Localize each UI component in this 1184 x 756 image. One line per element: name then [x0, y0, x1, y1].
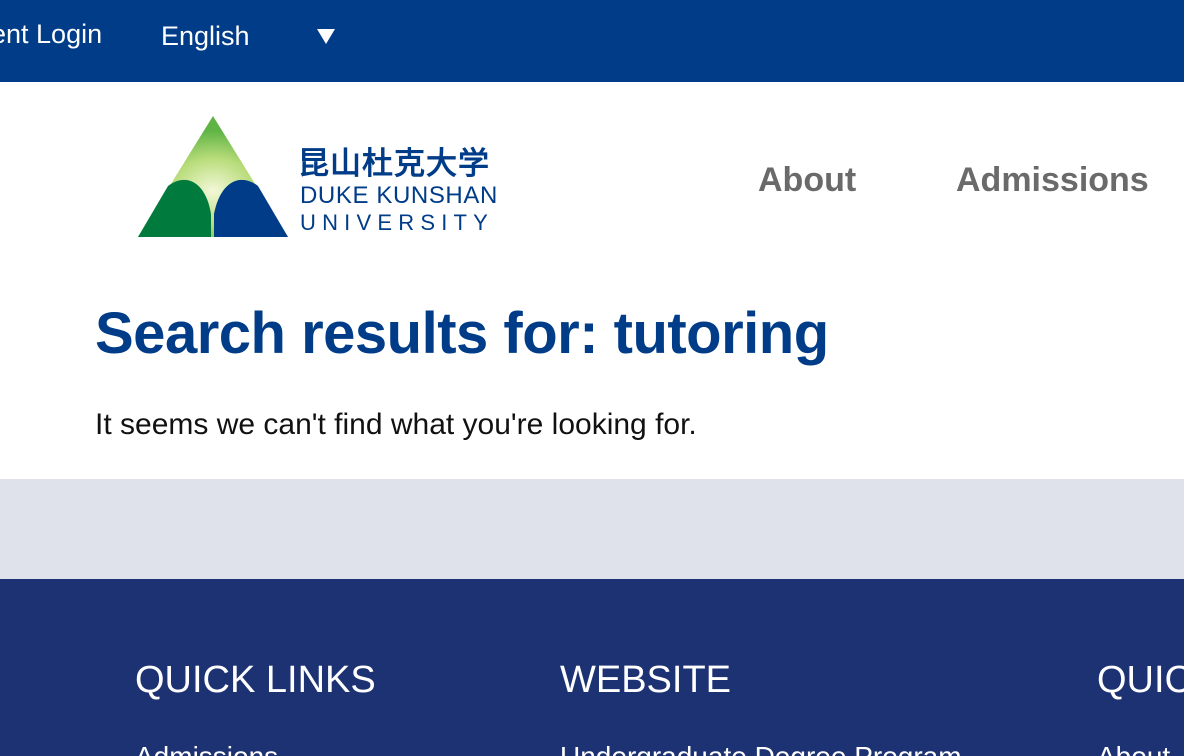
no-results-message: It seems we can't find what you're looki…	[95, 408, 697, 441]
logo-name-line1: DUKE KUNSHAN	[300, 182, 498, 209]
nav-item-admissions[interactable]: Admissions	[956, 161, 1149, 200]
language-select[interactable]: English	[161, 21, 250, 52]
login-link[interactable]: ent Login	[0, 19, 102, 50]
footer-heading-quick-links: QUICK LINKS	[135, 659, 376, 701]
logo-name-line2: UNIVERSITY	[300, 210, 495, 235]
footer-heading-website: WEBSITE	[560, 659, 732, 701]
footer-link[interactable]: Undergraduate Degree Program	[560, 741, 962, 756]
site-footer: QUICK LINKS Admissions WEBSITE Undergrad…	[0, 579, 1184, 756]
footer-link[interactable]: About	[1097, 741, 1170, 756]
footer-heading-quick: QUIC	[1097, 659, 1184, 701]
mountain-logo-icon	[138, 116, 288, 237]
separator-band	[0, 479, 1184, 579]
top-utility-bar: ent Login English	[0, 0, 1184, 82]
site-logo[interactable]: 昆山杜克大学 DUKE KUNSHAN UNIVERSITY	[138, 116, 520, 238]
triangle-down-icon[interactable]	[317, 29, 335, 44]
footer-link[interactable]: Admissions	[135, 741, 278, 756]
logo-chinese-name: 昆山杜克大学	[298, 146, 490, 182]
page-title: Search results for: tutoring	[95, 301, 829, 366]
nav-item-about[interactable]: About	[758, 161, 856, 200]
